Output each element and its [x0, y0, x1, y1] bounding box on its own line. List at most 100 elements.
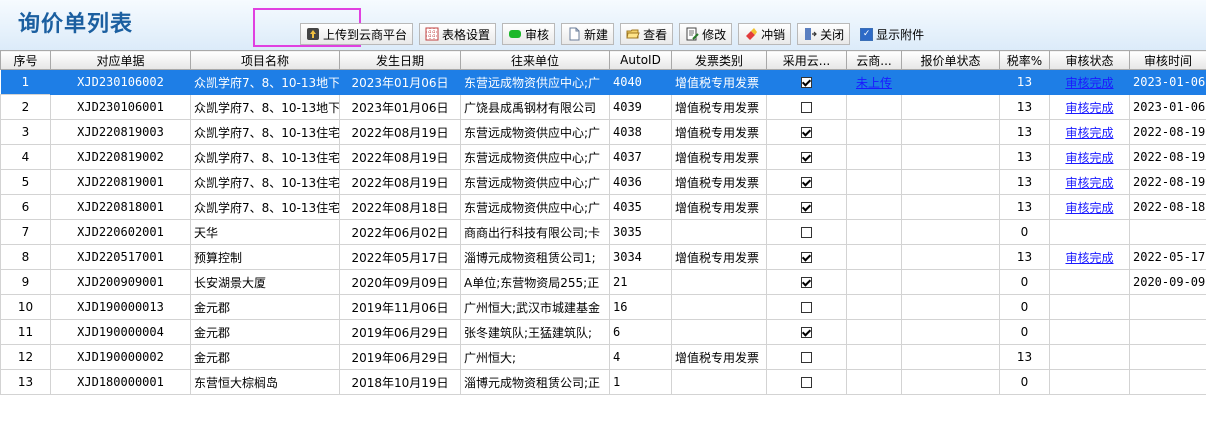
view-button[interactable]: 查看 [620, 23, 674, 45]
table-row[interactable]: 1 XJD230106002 众凯学府7、8、10-13地下 2023年01月06日东… [0, 69, 1206, 95]
cloud-checkbox[interactable] [801, 227, 812, 238]
column-header[interactable]: 对应单据 [50, 50, 191, 70]
cell-invoice [671, 294, 767, 320]
cloud-checkbox[interactable] [801, 202, 812, 213]
cell-autoid: 3035 [609, 219, 672, 245]
cell-cloud [766, 94, 847, 120]
table-row[interactable]: 11 XJD190000004 金元郡 2019年06月29日 张冬建筑队;王猛建筑队;… [0, 319, 1206, 345]
upload-to-cloud-button[interactable]: 上传到云商平台 [300, 23, 414, 45]
cell-date: 2022年08月19日 [339, 144, 461, 170]
cell-tax: 13 [999, 344, 1050, 370]
cloud-status-link[interactable]: 未上传 [856, 76, 892, 90]
table-row[interactable]: 13 XJD180000001 东营恒大棕榈岛 2018年10月19日 淄博元成物资租赁… [0, 369, 1206, 395]
cell-yunshang [846, 294, 902, 320]
audit-status-link[interactable]: 审核完成 [1065, 126, 1113, 140]
column-header[interactable]: 序号 [0, 50, 51, 70]
cloud-checkbox[interactable] [801, 127, 812, 138]
approve-button[interactable]: 审核 [502, 23, 556, 45]
show-attachments-checkbox[interactable]: ✓ 显示附件 [860, 26, 924, 43]
cell-partner: 东营远成物资供应中心;广 [460, 169, 610, 195]
cell-quote [901, 244, 1000, 270]
table-row[interactable]: 6 XJD220818001 众凯学府7、8、10-13住宅 2022年08月18日东… [0, 194, 1206, 220]
column-header[interactable]: 审核时间 [1129, 50, 1206, 70]
cloud-checkbox[interactable] [801, 177, 812, 188]
cloud-checkbox[interactable] [801, 327, 812, 338]
cell-quote [901, 369, 1000, 395]
cell-cloud [766, 269, 847, 295]
audit-status-link[interactable]: 审核完成 [1065, 76, 1113, 90]
cloud-checkbox[interactable] [801, 277, 812, 288]
cell-date: 2022年08月18日 [339, 194, 461, 220]
cell-yunshang [846, 169, 902, 195]
cell-tax: 13 [999, 119, 1050, 145]
column-header[interactable]: 发生日期 [339, 50, 461, 70]
reverse-button[interactable]: 冲销 [738, 23, 792, 45]
column-header[interactable]: AutoID [609, 50, 672, 70]
table-row[interactable]: 4 XJD220819002 众凯学府7、8、10-13住宅 2022年08月19日东… [0, 144, 1206, 170]
cell-audit: 审核完成 [1049, 94, 1130, 120]
inquiry-table: 序号 对应单据 项目名称 发生日期 往来单位 AutoID 发票类别 采用云... 云商... 报… [0, 50, 1206, 395]
cloud-checkbox[interactable] [801, 102, 812, 113]
cell-audit [1049, 369, 1130, 395]
cell-audit-time: 2022-08-18 [1129, 194, 1206, 220]
table-row[interactable]: 12 XJD190000002 金元郡 2019年06月29日 广州恒大; 4 增值税专用发… [0, 344, 1206, 370]
cloud-checkbox[interactable] [801, 377, 812, 388]
cell-seq: 10 [0, 294, 51, 320]
column-header[interactable]: 报价单状态 [901, 50, 1000, 70]
audit-status-link[interactable]: 审核完成 [1065, 251, 1113, 265]
table-row[interactable]: 2 XJD230106001 众凯学府7、8、10-13地下 2023年01月06日广… [0, 94, 1206, 120]
cloud-checkbox[interactable] [801, 252, 812, 263]
page-title: 询价单列表 [18, 12, 134, 37]
table-row[interactable]: 3 XJD220819003 众凯学府7、8、10-13住宅 2022年08月19日东… [0, 119, 1206, 145]
cell-audit [1049, 344, 1130, 370]
cell-cloud [766, 369, 847, 395]
cloud-checkbox[interactable] [801, 352, 812, 363]
table-row[interactable]: 9 XJD200909001 长安湖景大厦 2020年09月09日 A单位;东营物资局2… [0, 269, 1206, 295]
cell-yunshang [846, 269, 902, 295]
cell-partner: 广州恒大; [460, 344, 610, 370]
column-header[interactable]: 审核状态 [1049, 50, 1130, 70]
column-header[interactable]: 项目名称 [190, 50, 340, 70]
cell-autoid: 16 [609, 294, 672, 320]
eraser-icon [744, 27, 758, 41]
new-button[interactable]: 新建 [561, 23, 615, 45]
cell-partner: 东营远成物资供应中心;广 [460, 194, 610, 220]
column-header[interactable]: 采用云... [766, 50, 847, 70]
edit-button[interactable]: 修改 [679, 23, 733, 45]
column-header[interactable]: 税率% [999, 50, 1050, 70]
table-row[interactable]: 8 XJD220517001 预算控制 2022年05月17日 淄博元成物资租赁公司1;… [0, 244, 1206, 270]
upload-icon [306, 27, 320, 41]
cell-seq: 6 [0, 194, 51, 220]
cell-autoid: 21 [609, 269, 672, 295]
cell-tax: 0 [999, 294, 1050, 320]
cell-autoid: 4037 [609, 144, 672, 170]
audit-status-link[interactable]: 审核完成 [1065, 101, 1113, 115]
cell-audit [1049, 294, 1130, 320]
cell-project: 众凯学府7、8、10-13住宅 [190, 169, 340, 195]
table-row[interactable]: 10 XJD190000013 金元郡 2019年11月06日 广州恒大;武汉市城建基金… [0, 294, 1206, 320]
audit-status-link[interactable]: 审核完成 [1065, 176, 1113, 190]
close-button[interactable]: 关闭 [797, 23, 851, 45]
cell-project: 众凯学府7、8、10-13住宅 [190, 194, 340, 220]
table-row[interactable]: 7 XJD220602001 天华 2022年06月02日 商商出行科技有限公司;卡 30… [0, 219, 1206, 245]
cell-partner: 东营远成物资供应中心;广 [460, 69, 610, 95]
column-header[interactable]: 发票类别 [671, 50, 767, 70]
audit-status-link[interactable]: 审核完成 [1065, 151, 1113, 165]
cell-audit-time: 2022-05-17 [1129, 244, 1206, 270]
cloud-checkbox[interactable] [801, 302, 812, 313]
cloud-checkbox[interactable] [801, 152, 812, 163]
cell-project: 东营恒大棕榈岛 [190, 369, 340, 395]
table-row[interactable]: 5 XJD220819001 众凯学府7、8、10-13住宅 2022年08月19日东… [0, 169, 1206, 195]
checkbox-checked-icon: ✓ [860, 27, 874, 41]
cell-seq: 3 [0, 119, 51, 145]
column-header[interactable]: 云商... [846, 50, 902, 70]
audit-status-link[interactable]: 审核完成 [1065, 201, 1113, 215]
cell-quote [901, 269, 1000, 295]
cell-partner: 淄博元成物资租赁公司1; [460, 244, 610, 270]
cell-audit: 审核完成 [1049, 194, 1130, 220]
cell-seq: 2 [0, 94, 51, 120]
cloud-checkbox[interactable] [801, 77, 812, 88]
column-header[interactable]: 往来单位 [460, 50, 610, 70]
table-settings-button[interactable]: 表格设置 [419, 23, 497, 45]
approve-label: 审核 [525, 27, 550, 42]
